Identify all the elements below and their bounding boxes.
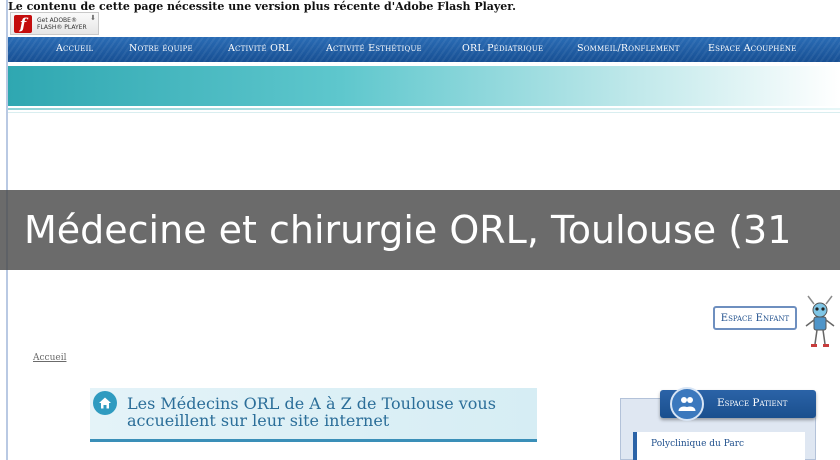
nav-item-activite-orl[interactable]: Activité ORL [228, 43, 292, 54]
header-divider [8, 108, 840, 110]
welcome-banner: Les Médecins ORL de A à Z de Toulouse vo… [90, 388, 537, 442]
flash-badge-text: Get ADOBE® FLASH® PLAYER [37, 17, 87, 31]
welcome-line-1: Les Médecins ORL de A à Z de Toulouse vo… [127, 394, 496, 413]
page-title: Médecine et chirurgie ORL, Toulouse (31 [24, 208, 792, 252]
home-icon [93, 391, 117, 415]
nav-item-sommeil-ronflement[interactable]: Sommeil/Ronflement [577, 43, 680, 54]
nav-item-orl-pediatrique[interactable]: ORL Pédiatrique [462, 43, 543, 54]
nav-item-activite-esthetique[interactable]: Activité Esthétique [326, 43, 422, 54]
header-decorative-band [8, 66, 840, 106]
espace-enfant-button[interactable]: Espace Enfant [713, 306, 797, 330]
header-divider-secondary [8, 112, 840, 113]
flash-logo-icon: f [14, 14, 32, 33]
nav-item-espace-acouphene[interactable]: Espace Acouphène [708, 43, 797, 54]
main-navigation: Accueil Notre équipe Activité ORL Activi… [8, 37, 840, 62]
espace-patient-label: Espace Patient [717, 397, 788, 409]
nav-item-accueil[interactable]: Accueil [56, 43, 93, 54]
robot-mascot-icon [805, 295, 835, 347]
title-overlay: Médecine et chirurgie ORL, Toulouse (31 [0, 190, 840, 270]
polyclinique-du-parc-link[interactable]: Polyclinique du Parc [651, 439, 744, 449]
breadcrumb-accueil-link[interactable]: Accueil [33, 353, 66, 363]
welcome-line-2: accueillent sur leur site internet [127, 411, 390, 430]
download-arrow-icon: ⬇ [90, 14, 96, 22]
get-flash-player-button[interactable]: f Get ADOBE® FLASH® PLAYER ⬇ [10, 12, 99, 35]
flash-badge-line1: Get ADOBE® [37, 16, 77, 24]
welcome-banner-text: Les Médecins ORL de A à Z de Toulouse vo… [127, 395, 496, 429]
flash-badge-line2: FLASH® PLAYER [37, 23, 87, 31]
patients-group-icon [670, 387, 704, 421]
nav-item-notre-equipe[interactable]: Notre équipe [129, 43, 193, 54]
